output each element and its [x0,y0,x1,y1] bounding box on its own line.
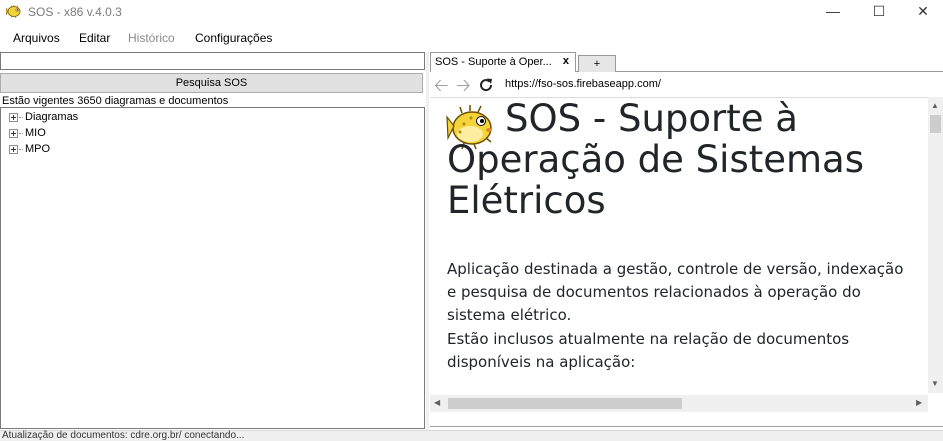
page-description: Aplicação destinada a gestão, controle d… [447,260,904,324]
minimize-button[interactable]: — [810,0,856,24]
new-tab-button[interactable]: + [578,55,616,72]
close-button[interactable]: ✕ [900,0,943,24]
tree-node-label[interactable]: Diagramas [25,111,78,123]
scroll-thumb[interactable] [930,115,941,133]
scroll-thumb[interactable] [448,398,682,409]
status-bar: Atualização de documentos: cdre.org.br/ … [0,430,943,441]
divider [430,426,943,428]
document-tree[interactable]: Diagramas MIO MPO [0,107,425,429]
documents-count-label: Estão vigentes 3650 diagramas e document… [2,95,229,107]
scroll-right-icon[interactable]: ▶ [916,398,922,407]
tree-connector [19,149,23,150]
tab-sos[interactable]: SOS - Suporte à Oper... x [430,52,576,72]
page-included-text: Estão inclusos atualmente na relação de … [447,330,850,371]
expand-icon[interactable] [9,113,18,122]
scroll-up-icon[interactable]: ▲ [931,101,939,110]
menu-configuracoes[interactable]: Configurações [195,31,272,45]
tree-connector [19,133,23,134]
back-arrow-icon[interactable]: 🡠 [434,75,449,95]
expand-icon[interactable] [9,145,18,154]
reload-icon[interactable] [478,77,494,93]
horizontal-scrollbar[interactable]: ◀ ▶ [430,395,928,412]
web-page: SOS - Suporte à Operação de Sistemas Elé… [430,97,928,393]
search-input[interactable] [0,52,425,70]
tab-label: SOS - Suporte à Oper... [435,56,552,68]
expand-icon[interactable] [9,129,18,138]
scroll-down-icon[interactable]: ▼ [931,379,939,388]
menu-arquivos[interactable]: Arquivos [13,31,60,45]
window-title: SOS - x86 v.4.0.3 [28,5,122,19]
forward-arrow-icon[interactable]: 🡢 [456,75,471,95]
pufferfish-icon [6,5,21,18]
search-button[interactable]: Pesquisa SOS [0,73,423,93]
title-bar: SOS - x86 v.4.0.3 — ☐ ✕ [0,0,943,24]
tree-node-label[interactable]: MIO [25,127,46,139]
tree-connector [19,117,23,118]
browser-tabs: SOS - Suporte à Oper... x + [430,52,943,72]
menu-historico[interactable]: Histórico [128,31,175,45]
tree-node-label[interactable]: MPO [25,143,50,155]
vertical-scrollbar[interactable]: ▲ ▼ [928,97,943,393]
tab-close-button[interactable]: x [563,55,569,67]
maximize-button[interactable]: ☐ [856,0,902,24]
page-heading: SOS - Suporte à Operação de Sistemas Elé… [447,97,864,222]
browser-navbar: 🡠 🡢 https://fso-sos.firebaseapp.com/ [430,74,943,96]
address-bar[interactable]: https://fso-sos.firebaseapp.com/ [505,78,661,90]
panel-splitter[interactable] [426,52,429,430]
menu-editar[interactable]: Editar [79,31,110,45]
status-text: Atualização de documentos: cdre.org.br/ … [2,430,245,441]
scroll-left-icon[interactable]: ◀ [434,398,440,407]
menu-bar: Arquivos Editar Histórico Configurações [0,28,943,49]
